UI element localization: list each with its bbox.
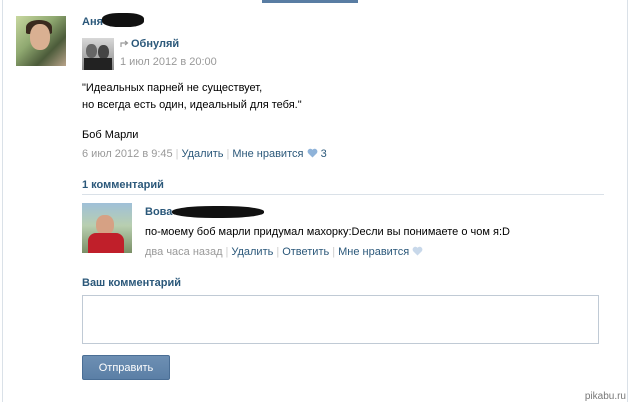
comment-input[interactable] [82, 295, 599, 344]
comment-delete-link[interactable]: Удалить [231, 246, 273, 258]
author-avatar[interactable] [16, 16, 66, 66]
post-text: "Идеальных парней не существует, но всег… [82, 80, 302, 114]
post-delete-link[interactable]: Удалить [182, 148, 224, 160]
post-text-line: но всегда есть один, идеальный для тебя.… [82, 99, 302, 111]
post-actions: 6 июл 2012 в 9:45 | Удалить | Мне нравится 3 [82, 148, 327, 161]
comment-reply-link[interactable]: Ответить [282, 246, 329, 258]
heart-icon[interactable] [412, 246, 423, 259]
comments-count[interactable]: 1 комментарий [82, 179, 164, 191]
post-text-line: "Идеальных парней не существует, [82, 82, 263, 94]
compose-title: Ваш комментарий [82, 277, 182, 289]
post-like-link[interactable]: Мне нравится [232, 148, 303, 160]
redaction-scribble [102, 13, 144, 27]
heart-icon[interactable] [307, 148, 318, 161]
comment-actions: два часа назад | Удалить | Ответить | Мне нрав… [145, 246, 423, 259]
post-author-name[interactable]: Аня [82, 16, 103, 28]
repost-arrow-icon [120, 39, 130, 51]
post-date[interactable]: 6 июл 2012 в 9:45 [82, 148, 173, 160]
comment-time[interactable]: два часа назад [145, 246, 222, 258]
comments-divider [82, 194, 604, 195]
repost-source-name[interactable]: Обнуляй [131, 38, 179, 50]
send-button[interactable]: Отправить [82, 355, 170, 380]
comment-like-link[interactable]: Мне нравится [338, 246, 409, 258]
comment-author-name[interactable]: Вова [145, 206, 172, 218]
repost-date[interactable]: 1 июл 2012 в 20:00 [120, 56, 217, 68]
comment-text: по-моему боб марли придумал махорку:Dесл… [145, 226, 510, 238]
post-like-count[interactable]: 3 [321, 148, 327, 160]
watermark: pikabu.ru [584, 391, 626, 402]
repost-source-avatar[interactable] [82, 38, 114, 70]
post-signature: Боб Марли [82, 129, 139, 141]
comment-author-avatar[interactable] [82, 203, 132, 253]
redaction-scribble [172, 206, 264, 218]
